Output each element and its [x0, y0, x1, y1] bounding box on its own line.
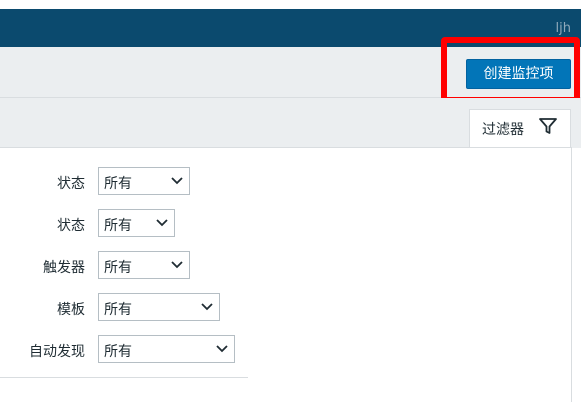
trigger-label: 触发器: [43, 260, 85, 276]
template-select-value: 所有: [104, 302, 132, 318]
state-label: 状态: [57, 218, 85, 234]
template-label: 模板: [57, 302, 85, 318]
chevron-down-icon: [216, 345, 228, 353]
user-name[interactable]: ljh: [556, 21, 571, 36]
highlight-annotation: [441, 37, 580, 103]
chevron-down-icon: [156, 219, 168, 227]
chevron-down-icon: [201, 303, 213, 311]
filter-divider: [0, 377, 248, 378]
filter-icon: [539, 118, 557, 134]
filter-tab-label: 过滤器: [482, 122, 524, 138]
discovery-select[interactable]: 所有: [98, 335, 235, 363]
top-margin: [0, 0, 581, 9]
chevron-down-icon: [171, 177, 183, 185]
filter-panel: [0, 147, 572, 402]
state-select-value: 所有: [104, 218, 132, 234]
chevron-down-icon: [171, 261, 183, 269]
status-label: 状态: [57, 176, 85, 192]
filter-tab[interactable]: 过滤器: [469, 109, 571, 148]
discovery-label: 自动发现: [29, 344, 85, 360]
trigger-select[interactable]: 所有: [98, 251, 190, 279]
state-select[interactable]: 所有: [98, 209, 175, 237]
discovery-select-value: 所有: [104, 344, 132, 360]
status-select[interactable]: 所有: [98, 167, 190, 195]
trigger-select-value: 所有: [104, 260, 132, 276]
template-select[interactable]: 所有: [98, 293, 220, 321]
status-select-value: 所有: [104, 176, 132, 192]
